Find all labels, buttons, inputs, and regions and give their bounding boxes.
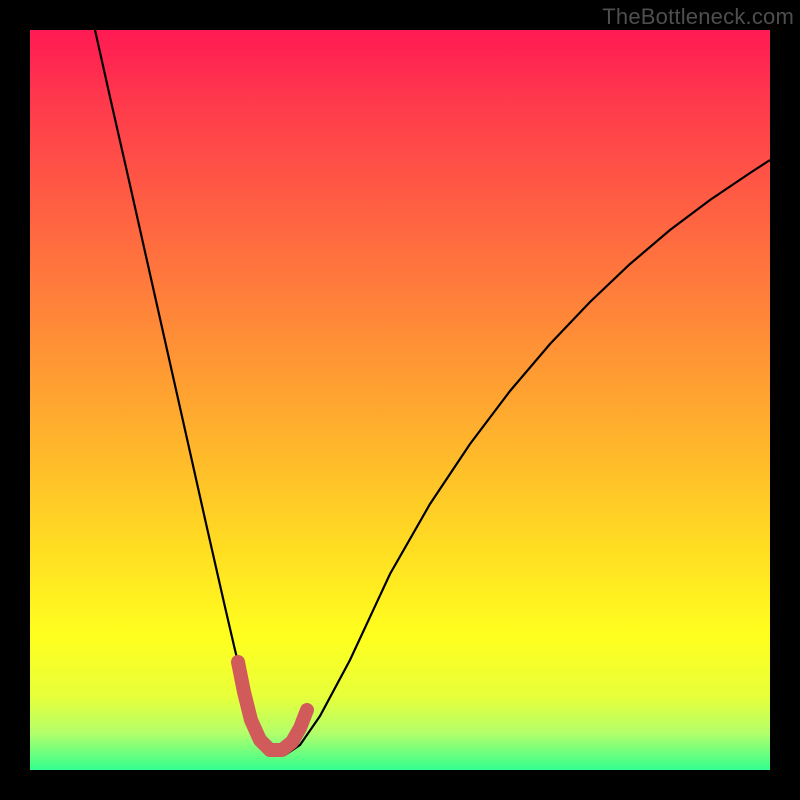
bottleneck-curve-path [95,30,770,755]
plot-frame [30,30,770,770]
watermark-text: TheBottleneck.com [602,4,794,30]
curve-svg [30,30,770,770]
minimum-marker [238,662,307,750]
